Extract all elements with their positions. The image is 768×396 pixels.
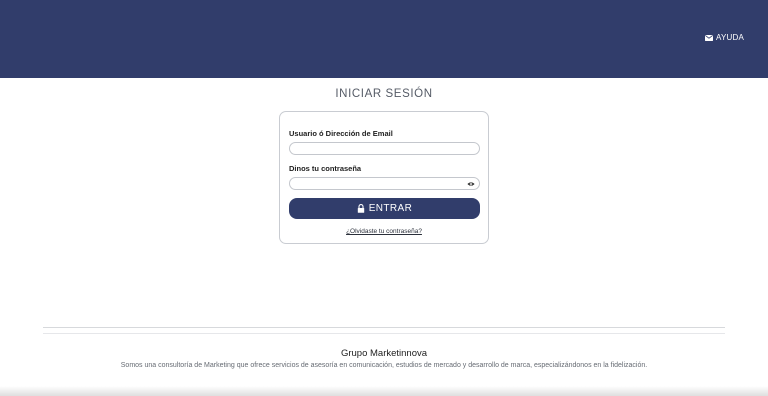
footer-description: Somos una consultoría de Marketing que o… [120, 362, 648, 369]
user-field-label: Usuario ó Dirección de Email [289, 129, 393, 138]
login-submit-button[interactable]: ENTRAR [289, 198, 480, 219]
password-input[interactable] [289, 177, 480, 190]
login-form: Usuario ó Dirección de Email Dinos tu co… [279, 111, 489, 244]
user-email-input[interactable] [289, 142, 480, 155]
help-link[interactable]: AYUDA [705, 33, 744, 42]
page-title: INICIAR SESIÓN [335, 88, 433, 100]
forgot-password-link[interactable]: ¿Olvidaste tu contraseña? [280, 228, 488, 235]
lock-icon [357, 204, 364, 213]
password-field-label: Dinos tu contraseña [289, 164, 362, 173]
footer-divider [43, 327, 725, 328]
submit-label: ENTRAR [368, 203, 413, 214]
bottom-shadow [0, 386, 768, 396]
help-label: AYUDA [716, 33, 744, 42]
eye-icon[interactable] [467, 180, 475, 188]
top-header-bar: AYUDA [0, 0, 768, 78]
envelope-icon [705, 34, 714, 41]
footer-divider-secondary [43, 333, 725, 334]
footer-title: Grupo Marketinnova [340, 348, 428, 359]
